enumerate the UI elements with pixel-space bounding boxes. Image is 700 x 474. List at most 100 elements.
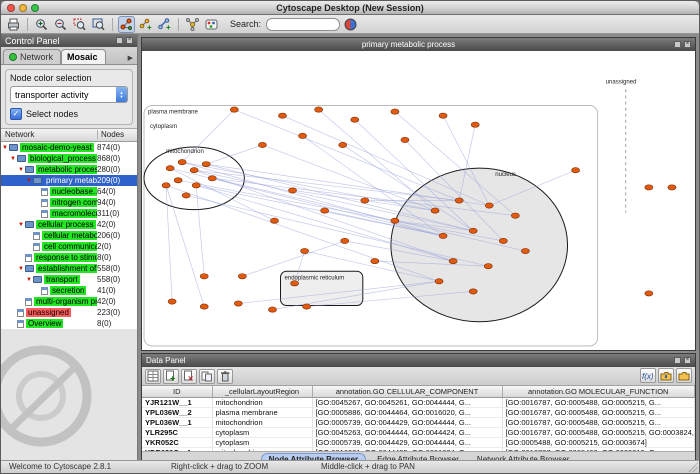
zoom-selected-region-button[interactable] [71,16,88,33]
import-attributes-button[interactable] [658,368,674,383]
tree-row-secretion[interactable]: secretion41(0) [1,285,137,296]
tree-row-unassigned[interactable]: unassigned223(0) [1,307,137,318]
graph-node[interactable] [391,218,399,223]
network-close-button[interactable]: × [684,41,691,48]
graph-node[interactable] [645,291,653,296]
column-network[interactable]: Network [5,130,34,139]
first-neighbors-button[interactable] [184,16,201,33]
zoom-out-button[interactable] [52,16,69,33]
network-canvas[interactable]: plasma membranecytoplasmmitochondrionnuc… [142,51,695,350]
graph-node[interactable] [455,198,463,203]
show-graphics-details-button[interactable] [118,16,135,33]
graph-node[interactable] [303,304,311,309]
network-view-titlebar[interactable]: primary metabolic process × [142,38,695,51]
graph-node[interactable] [485,203,493,208]
tab-overflow-button[interactable]: ▶ [126,54,137,64]
table-row[interactable]: YPL036W__2plasma membrane[GO:0005886, GO… [142,408,695,418]
graph-node[interactable] [268,307,276,312]
data-panel-close-button[interactable]: × [684,357,691,364]
column-header[interactable]: annotation.GO CELLULAR_COMPONENT [312,386,502,398]
graph-node[interactable] [401,137,409,142]
tree-row-macromolecule[interactable]: macromolecule...311(0) [1,208,137,219]
close-panel-button[interactable]: × [126,37,133,44]
equation-builder-button[interactable]: f(x) [640,368,656,383]
graph-node[interactable] [278,113,286,118]
expander-icon[interactable]: ▼ [9,156,17,162]
graph-node[interactable] [471,122,479,127]
graph-node[interactable] [469,228,477,233]
delete-table-button[interactable] [217,369,233,384]
window-titlebar[interactable]: Cytoscape Desktop (New Session) [1,1,699,15]
expander-icon[interactable]: ▼ [1,145,9,151]
expander-icon[interactable]: ▼ [17,222,25,228]
graph-node[interactable] [192,183,200,188]
new-network-from-selected-nodes-button[interactable]: + [137,16,154,33]
graph-node[interactable] [208,176,216,181]
graph-node[interactable] [361,198,369,203]
data-panel-titlebar[interactable]: Data Panel × [142,354,695,367]
zoom-fit-content-button[interactable] [90,16,107,33]
graph-node[interactable] [484,264,492,269]
graph-node[interactable] [339,142,347,147]
column-nodes[interactable]: Nodes [97,130,124,139]
graph-node[interactable] [351,117,359,122]
column-header[interactable]: annotation.GO MOLECULAR_FUNCTION [502,386,695,398]
data-panel-float-button[interactable] [674,357,681,364]
delete-attribute-button[interactable]: × [181,369,197,384]
graph-node[interactable] [299,133,307,138]
expander-icon[interactable]: ▼ [25,178,33,184]
tab-mosaic[interactable]: Mosaic [61,49,106,64]
tree-row-establishment-of-lo[interactable]: ▼establishment of lo...558(0) [1,263,137,274]
search-options-button[interactable] [342,16,359,33]
graph-node[interactable] [238,274,246,279]
create-attribute-button[interactable]: + [163,369,179,384]
graph-node[interactable] [200,274,208,279]
graph-node[interactable] [521,248,529,253]
graph-node[interactable] [668,185,676,190]
network-float-button[interactable] [674,41,681,48]
graph-node[interactable] [439,113,447,118]
table-row[interactable]: YLR295Ccytoplasm[GO:0045263, GO:0044444,… [142,428,695,438]
float-panel-button[interactable] [116,37,123,44]
graph-node[interactable] [301,248,309,253]
graph-node[interactable] [162,183,170,188]
graph-node[interactable] [258,142,266,147]
tree-row-metabolic-process[interactable]: ▼metabolic process280(0) [1,164,137,175]
graph-node[interactable] [174,178,182,183]
graph-node[interactable] [234,301,242,306]
tree-row-transport[interactable]: ▼transport558(0) [1,274,137,285]
table-row[interactable]: YJR121W__1mitochondrion[GO:0045267, GO:0… [142,398,695,408]
select-nodes-checkbox-row[interactable]: ✓ Select nodes [10,108,128,120]
print-button[interactable] [5,16,22,33]
graph-node[interactable] [289,188,297,193]
resize-grip[interactable] [688,462,698,472]
tree-row-cell-communicat[interactable]: cell communicat...2(0) [1,241,137,252]
graph-node[interactable] [499,238,507,243]
tree-row-nucleobase[interactable]: nucleobase...64(0) [1,186,137,197]
expander-icon[interactable]: ▼ [25,277,33,283]
graph-node[interactable] [391,109,399,114]
graph-node[interactable] [572,168,580,173]
tree-row-response-to-stimul[interactable]: response to stimul...8(0) [1,252,137,263]
tree-row-mosaic-demo-yeast[interactable]: ▼mosaic-demo-yeast874(0) [1,142,137,153]
tab-network[interactable]: Network [3,49,61,64]
graph-node[interactable] [645,185,653,190]
column-header[interactable]: _cellularLayoutRegion [212,386,312,398]
new-network-from-selected-edges-button[interactable]: + [156,16,173,33]
graph-node[interactable] [431,208,439,213]
graph-node[interactable] [469,289,477,294]
graph-node[interactable] [190,168,198,173]
graph-node[interactable] [315,107,323,112]
table-row[interactable]: YPL036W__1mitochondrion[GO:0005739, GO:0… [142,418,695,428]
copy-attribute-button[interactable] [199,369,215,384]
graph-node[interactable] [182,193,190,198]
tree-row-multi-organism-pro[interactable]: multi-organism pro...42(0) [1,296,137,307]
graph-node[interactable] [200,304,208,309]
tree-row-cellular-metabo[interactable]: cellular metabo...206(0) [1,230,137,241]
graph-node[interactable] [439,233,447,238]
table-row[interactable]: YKR052Ccytoplasm[GO:0005739, GO:0044429,… [142,438,695,448]
graph-node[interactable] [435,279,443,284]
tree-row-nitrogen-compo[interactable]: nitrogen compo...94(0) [1,197,137,208]
checkbox-checked-icon[interactable]: ✓ [10,108,22,120]
graph-node[interactable] [291,281,299,286]
